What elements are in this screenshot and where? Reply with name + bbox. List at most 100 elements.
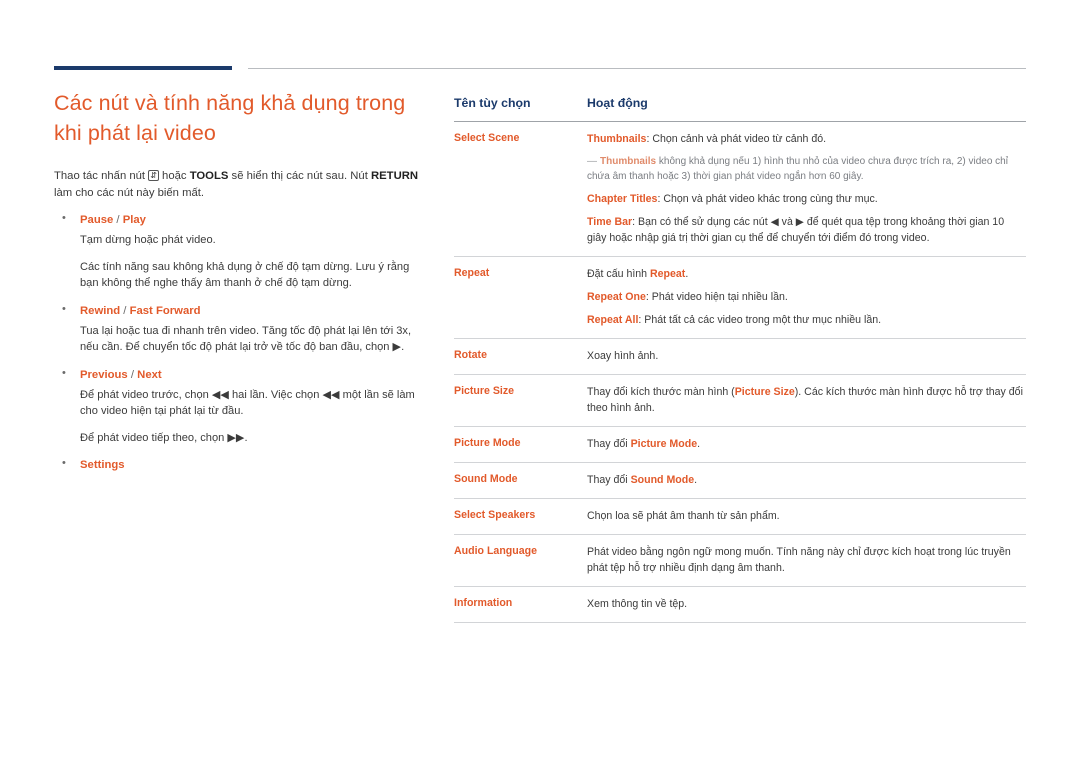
tools-key-icon: ⇵ xyxy=(148,170,159,181)
keyword: Repeat All xyxy=(587,314,639,326)
intro-paragraph: Thao tác nhấn nút ⇵ hoặc TOOLS sẽ hiển t… xyxy=(54,168,430,201)
desc-line: Đặt cấu hình Repeat. xyxy=(587,266,1026,282)
table-row: Select Speakers Chọn loa sẽ phát âm than… xyxy=(454,498,1026,535)
option-description: Chọn loa sẽ phát âm thanh từ sản phẩm. xyxy=(571,498,1026,535)
desc-text: . xyxy=(685,268,689,280)
list-item-heading: Pause / Play xyxy=(80,214,146,226)
desc-line: Time Bar: Bạn có thể sử dụng các nút ◀ v… xyxy=(587,214,1026,246)
desc-line: Thay đổi Sound Mode. xyxy=(587,472,1026,488)
header-thin-rule xyxy=(248,68,1026,69)
keyword: Time Bar xyxy=(587,216,633,228)
desc-text: : Bạn có thể sử dụng các nút ◀ và ▶ để q… xyxy=(587,216,1005,244)
options-table-wrapper: Tên tùy chọn Hoạt động Select Scene Thum… xyxy=(454,96,1026,623)
dash-marker: — xyxy=(587,156,597,167)
keyword: Picture Mode xyxy=(630,438,698,450)
table-row: Repeat Đặt cấu hình Repeat. Repeat One: … xyxy=(454,256,1026,339)
list-item: Previous / Next Để phát video trước, chọ… xyxy=(54,367,430,447)
list-item-body-line: Tạm dừng hoặc phát video. xyxy=(80,234,216,246)
table-row: Rotate Xoay hình ảnh. xyxy=(454,338,1026,375)
list-item-body-line: Các tính năng sau không khả dụng ở chế đ… xyxy=(80,260,410,290)
option-name: Information xyxy=(454,586,571,623)
option-description: Thay đổi Sound Mode. xyxy=(571,462,1026,499)
desc-line: Thay đổi Picture Mode. xyxy=(587,436,1026,452)
list-item-body-line: Tua lại hoặc tua đi nhanh trên video. Tă… xyxy=(80,324,412,354)
list-item-label-a: Previous xyxy=(80,368,128,381)
list-item-heading: Rewind / Fast Forward xyxy=(80,304,201,317)
option-name: Rotate xyxy=(454,338,571,375)
intro-text-mid: sẽ hiển thị các nút sau. Nút xyxy=(228,170,371,182)
desc-prefix: Thay đổi kích thước màn hình ( xyxy=(587,386,735,398)
desc-text: . xyxy=(697,438,701,450)
list-item: Pause / Play Tạm dừng hoặc phát video. C… xyxy=(54,212,430,292)
button-feature-list: Pause / Play Tạm dừng hoặc phát video. C… xyxy=(54,212,430,473)
option-description: Thay đổi kích thước màn hình (Picture Si… xyxy=(571,374,1026,427)
option-description: Xoay hình ảnh. xyxy=(571,338,1026,375)
option-name: Audio Language xyxy=(454,534,571,587)
desc-text: : Phát tất cả các video trong một thư mụ… xyxy=(638,314,882,326)
desc-subnote: — Thumbnails không khả dụng nếu 1) hình t… xyxy=(587,154,1026,184)
list-item-body: Tua lại hoặc tua đi nhanh trên video. Tă… xyxy=(80,323,430,356)
list-item-heading: Settings xyxy=(80,458,430,473)
desc-text: : Chọn cảnh và phát video từ cảnh đó. xyxy=(646,133,827,145)
desc-line: Thumbnails: Chọn cảnh và phát video từ c… xyxy=(587,131,1026,147)
list-item-body-line: Để phát video trước, chọn ◀◀ hai lần. Vi… xyxy=(80,388,415,418)
list-item-body: Để phát video trước, chọn ◀◀ hai lần. Vi… xyxy=(80,387,430,447)
desc-line: Repeat All: Phát tất cả các video trong … xyxy=(587,312,1026,328)
list-item-label-b: Next xyxy=(137,368,162,381)
option-name: Repeat xyxy=(454,256,571,339)
table-row: Information Xem thông tin về tệp. xyxy=(454,586,1026,623)
desc-line: Xoay hình ảnh. xyxy=(587,350,659,362)
list-item: Settings xyxy=(54,457,430,473)
option-name: Select Speakers xyxy=(454,498,571,535)
option-description: Xem thông tin về tệp. xyxy=(571,586,1026,623)
option-description: Thumbnails : Chọn cảnh và phát video từ c… xyxy=(571,121,1026,257)
intro-text-pre: Thao tác nhấn nút xyxy=(54,170,149,182)
option-description: Phát video bằng ngôn ngữ mong muốn. Tính… xyxy=(571,534,1026,587)
desc-line: Xem thông tin về tệp. xyxy=(587,598,688,610)
intro-key-tools: TOOLS xyxy=(189,170,229,182)
list-item-label-a: Settings xyxy=(80,459,125,471)
desc-prefix: Đặt cấu hình xyxy=(587,268,651,280)
header-accent-rule xyxy=(54,66,232,70)
keyword: Thumbnails xyxy=(600,156,657,167)
table-row: Picture Mode Thay đổi Picture Mode. xyxy=(454,426,1026,463)
desc-text: : Chọn và phát video khác trong cùng thư… xyxy=(657,193,878,205)
list-item-label-b: Play xyxy=(122,214,146,226)
desc-line: Chọn loa sẽ phát âm thanh từ sản phẩm. xyxy=(587,510,780,522)
option-name: Picture Size xyxy=(454,374,571,427)
intro-text-post: làm cho các nút này biến mất. xyxy=(54,186,205,199)
table-header-option-name: Tên tùy chọn xyxy=(454,96,571,122)
desc-line: Repeat One: Phát video hiện tại nhiều lầ… xyxy=(587,289,1026,305)
list-item-label-b: Fast Forward xyxy=(129,304,201,317)
keyword: Chapter Titles xyxy=(587,193,658,205)
document-page: Các nút và tính năng khả dụng trong khi … xyxy=(0,0,1080,763)
desc-text: . xyxy=(694,474,698,486)
page-title: Các nút và tính năng khả dụng trong khi … xyxy=(54,91,406,145)
desc-text: : Phát video hiện tại nhiều lần. xyxy=(645,291,788,303)
list-item-label-a: Pause xyxy=(80,214,114,226)
list-item-heading: Previous / Next xyxy=(80,368,162,381)
option-name: Picture Mode xyxy=(454,426,571,463)
desc-line: Chapter Titles: Chọn và phát video khác … xyxy=(587,191,1026,207)
list-item-body: Tạm dừng hoặc phát video. Các tính năng … xyxy=(80,232,430,292)
keyword: Repeat xyxy=(650,268,686,280)
option-description: Đặt cấu hình Repeat. Repeat One: Phát vi… xyxy=(571,256,1026,339)
keyword: Sound Mode xyxy=(630,474,695,486)
table-row: Select Scene Thumbnails: Chọn cảnh và ph… xyxy=(454,121,1026,257)
list-item-label-a: Rewind xyxy=(80,304,121,317)
desc-prefix: Thay đổi xyxy=(587,438,631,450)
table-header-row: Tên tùy chọn Hoạt động xyxy=(454,96,1026,122)
option-description: Thay đổi Picture Mode. xyxy=(571,426,1026,463)
table-row: Sound Mode Thay đổi Sound Mode. xyxy=(454,462,1026,499)
left-column: Các nút và tính năng khả dụng trong khi … xyxy=(54,88,430,485)
keyword: Picture Size xyxy=(734,386,795,398)
options-table: Tên tùy chọn Hoạt động Select Scene Thum… xyxy=(454,96,1026,623)
intro-text-or: hoặc xyxy=(158,170,190,182)
list-item: Rewind / Fast Forward Tua lại hoặc tua đ… xyxy=(54,303,430,356)
desc-line: Phát video bằng ngôn ngữ mong muốn. Tính… xyxy=(587,546,1011,574)
desc-line: Thay đổi kích thước màn hình (Picture Si… xyxy=(587,384,1026,416)
table-header-operation: Hoạt động xyxy=(571,96,1026,122)
option-name: Sound Mode xyxy=(454,462,571,499)
keyword: Repeat One xyxy=(587,291,646,303)
desc-prefix: Thay đổi xyxy=(587,474,631,486)
